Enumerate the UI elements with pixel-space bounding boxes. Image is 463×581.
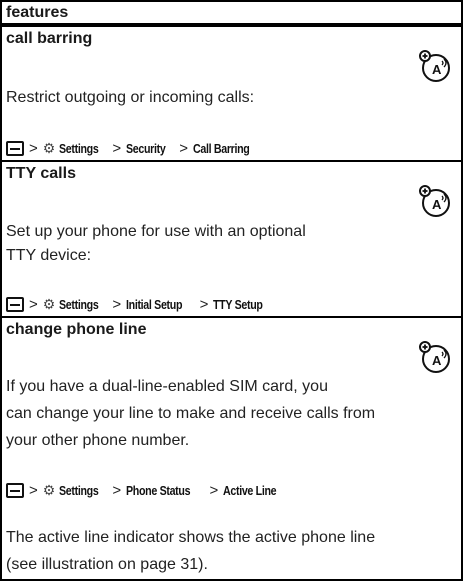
menu-path-tty-calls: > ⚙ Settings > Initial Setup > TTY Setup [6, 293, 274, 315]
section-body-line: Restrict outgoing or incoming calls: [6, 89, 255, 106]
path-item: Settings [59, 140, 99, 156]
settings-icon: ⚙ [42, 139, 56, 156]
menu-path-change-phone-line: > ⚙ Settings > Phone Status > Active Lin… [6, 479, 288, 501]
network-feature-icon: A [419, 341, 450, 373]
section-body-line: can change your line to make and receive… [6, 405, 376, 422]
section-title-change-phone-line: change phone line [0, 316, 463, 343]
path-separator: > [112, 481, 122, 499]
network-feature-icon: A [419, 50, 450, 82]
path-separator: > [29, 295, 38, 313]
menu-key-icon [6, 482, 24, 498]
table-header: features [0, 0, 463, 25]
settings-icon: ⚙ [42, 481, 56, 498]
network-feature-icon: A [419, 185, 450, 217]
header-title: features [2, 2, 461, 23]
svg-text:A: A [432, 197, 442, 212]
path-separator: > [179, 139, 189, 157]
path-separator: > [112, 295, 122, 313]
path-item: Settings [59, 296, 99, 312]
path-separator: > [29, 139, 38, 157]
svg-text:A: A [432, 353, 442, 368]
path-item: Security [126, 140, 166, 156]
path-item: Settings [59, 482, 99, 498]
path-item: Initial Setup [126, 296, 183, 312]
path-separator: > [209, 481, 219, 499]
path-item: Call Barring [193, 140, 250, 156]
menu-path-call-barring: > ⚙ Settings > Security > Call Barring [6, 137, 262, 159]
section-footer-line: The active line indicator shows the acti… [6, 529, 376, 546]
svg-text:A: A [432, 62, 442, 77]
path-item: Phone Status [126, 482, 191, 498]
path-separator: > [199, 295, 209, 313]
settings-icon: ⚙ [42, 295, 56, 312]
section-title-call-barring: call barring [0, 25, 463, 52]
path-item: TTY Setup [213, 296, 264, 312]
section-body-line: TTY device: [6, 247, 92, 264]
section-body-line: your other phone number. [6, 432, 190, 449]
section-footer-line: (see illustration on page 31). [6, 556, 208, 573]
section-body-line: Set up your phone for use with an option… [6, 223, 306, 240]
section-body-line: If you have a dual-line-enabled SIM card… [6, 378, 328, 395]
path-separator: > [29, 481, 38, 499]
path-item: Active Line [223, 482, 277, 498]
section-title-tty-calls: TTY calls [0, 160, 463, 187]
menu-key-icon [6, 296, 24, 312]
menu-key-icon [6, 140, 24, 156]
table-left-border [0, 25, 2, 581]
path-separator: > [112, 139, 122, 157]
